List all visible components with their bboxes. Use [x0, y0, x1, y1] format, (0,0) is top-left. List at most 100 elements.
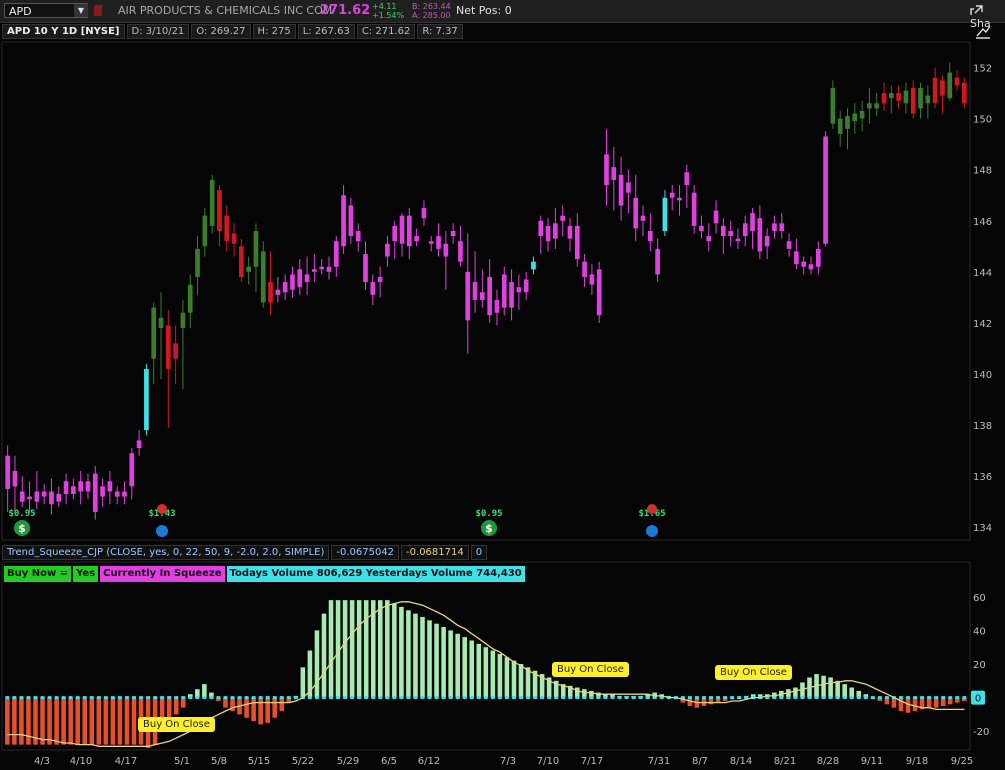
share-icon [970, 5, 983, 15]
candle-body [523, 279, 529, 293]
study-name[interactable]: Trend_Squeeze_CJP (CLOSE, yes, 0, 22, 50… [2, 545, 330, 560]
histogram-bar [750, 694, 756, 698]
candle-body [282, 282, 288, 293]
dividend-amount: $0.95 [8, 509, 35, 519]
candle-body [268, 282, 273, 303]
histogram-bar [427, 620, 432, 698]
candle-body [647, 230, 653, 242]
histogram-bar [258, 697, 263, 725]
header-bar: APD ▼ AIR PRODUCTS & CHEMICALS INC COM 2… [0, 0, 1005, 30]
candle-body [71, 486, 76, 495]
histogram-bar [54, 697, 59, 745]
candle-body [333, 241, 339, 267]
squeeze-dot [82, 696, 87, 700]
candle-body [195, 248, 200, 277]
buy-on-close-tag: Buy On Close [715, 665, 792, 680]
indicator-axis: 60 40 20 -20 0 [971, 593, 989, 738]
candle-body [487, 276, 492, 316]
squeeze-dot [730, 696, 735, 700]
candle-body [253, 230, 259, 267]
histogram-bar [420, 616, 425, 698]
histogram-bar [455, 633, 460, 698]
squeeze-dot [638, 696, 643, 700]
histogram-bar [807, 677, 812, 698]
candle-body [165, 325, 171, 369]
histogram-bar [764, 694, 770, 698]
histogram-bar [33, 697, 38, 745]
squeeze-dot [392, 696, 397, 700]
histogram-bar [434, 623, 439, 698]
squeeze-dot [371, 696, 376, 700]
candle-body [567, 225, 573, 239]
histogram-bar [821, 675, 826, 698]
candle-body [706, 236, 712, 242]
histogram-bar [694, 697, 700, 708]
date-tick-label: 5/22 [292, 756, 314, 767]
histogram-bar [870, 697, 876, 699]
histogram-bar [835, 680, 840, 698]
candle-body [742, 223, 748, 237]
candle-body [27, 496, 32, 500]
histogram-bar [891, 697, 897, 708]
price-tick-label: 144 [973, 268, 992, 279]
candle-body [640, 215, 646, 221]
squeeze-dot [188, 696, 193, 700]
candle-body [509, 282, 514, 308]
candle-body [684, 172, 690, 186]
date-tick-label: 4/10 [70, 756, 92, 767]
candle-body [962, 82, 967, 104]
candle-body [538, 220, 544, 237]
candle-body [881, 93, 887, 104]
candle-body [954, 77, 960, 86]
info-low: L: 267.63 [297, 24, 355, 39]
histogram-bar [680, 697, 686, 703]
squeeze-dot [934, 696, 939, 700]
candle-body [750, 213, 755, 231]
drawing-tool-icon[interactable] [974, 24, 992, 40]
chart-info-bar: APD 10 Y 1D [NYSE] D: 3/10/21 O: 269.27 … [2, 24, 463, 39]
squeeze-dot [547, 696, 552, 700]
date-axis: 4/3 4/10 4/17 5/1 5/8 5/15 5/22 5/29 6/5 6/12 7/3 7… [34, 756, 973, 767]
histogram-bar [842, 684, 847, 698]
flag-icon[interactable] [94, 5, 102, 16]
histogram-bar [89, 697, 95, 745]
candle-body [823, 136, 828, 244]
date-tick-label: 8/7 [692, 756, 708, 767]
candle-body [808, 264, 814, 270]
squeeze-dot [913, 696, 917, 700]
histogram-bar [462, 637, 468, 698]
price-chart[interactable]: 152 150 148 146 144 142 140 138 136 134 $0.95 $ $1.… [0, 0, 1005, 770]
histogram-bar [265, 697, 270, 723]
candle-body [626, 182, 631, 193]
histogram-bar [399, 606, 404, 698]
squeeze-dot [132, 696, 136, 700]
squeeze-dot [385, 696, 390, 700]
histogram-bar [117, 697, 123, 745]
candle-body [545, 225, 551, 242]
squeeze-dot [26, 696, 31, 700]
histogram-bar [757, 694, 763, 698]
candle-body [940, 80, 945, 96]
candle-body [180, 312, 186, 329]
squeeze-dot [624, 696, 629, 700]
squeeze-dot [12, 696, 17, 700]
squeeze-label: Currently In Squeeze [100, 566, 225, 582]
histogram-bar [131, 697, 137, 745]
squeeze-dot [687, 696, 692, 700]
squeeze-dot [575, 696, 580, 700]
squeeze-dot [490, 696, 495, 700]
candle-body [867, 103, 872, 109]
squeeze-dot [343, 696, 348, 700]
candle-body [355, 230, 361, 242]
chart-title[interactable]: APD 10 Y 1D [NYSE] [2, 24, 125, 39]
candle-body [903, 90, 909, 104]
squeeze-dot [709, 696, 713, 700]
histogram-bar [575, 687, 580, 698]
candle-body [304, 274, 310, 283]
squeeze-dot [33, 696, 38, 700]
histogram-bar [525, 667, 531, 698]
squeeze-dot [737, 696, 742, 700]
bid-ask-block: B: 263.44 A: 285.00 [412, 2, 451, 20]
chevron-down-icon[interactable]: ▼ [74, 4, 88, 17]
squeeze-dot [216, 696, 221, 700]
